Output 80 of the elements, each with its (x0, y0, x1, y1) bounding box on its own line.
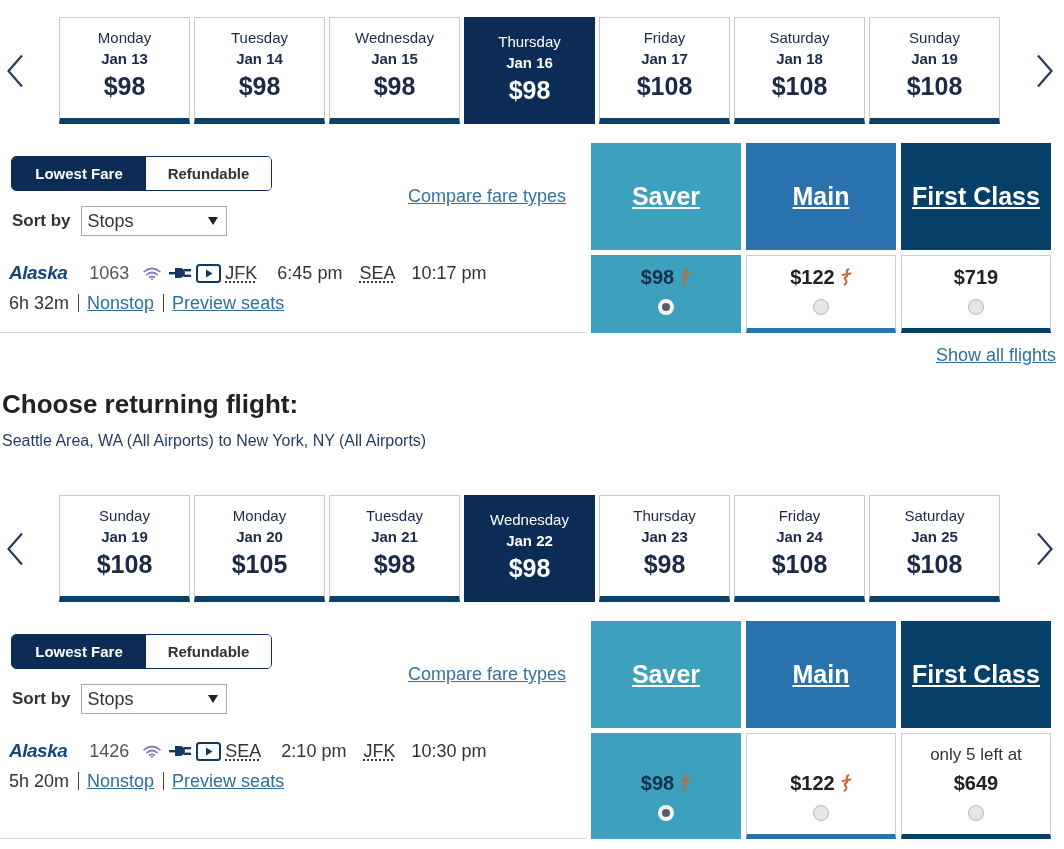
date-tab[interactable]: Tuesday Jan 21 $98 (329, 495, 460, 602)
wifi-icon (143, 744, 162, 758)
chevron-right-icon (1036, 531, 1054, 566)
flight-number: 1063 (89, 262, 130, 284)
departure-time: 6:45 pm (277, 262, 343, 284)
plug-icon (169, 744, 192, 758)
fare-option[interactable]: $122 (746, 255, 896, 333)
departure-time: 2:10 pm (281, 740, 347, 762)
date-tab[interactable]: Friday Jan 24 $108 (734, 495, 865, 602)
flight-duration: 6h 32m (9, 292, 70, 314)
preview-seats-link[interactable]: Preview seats (172, 770, 285, 792)
date-tab[interactable]: Thursday Jan 23 $98 (599, 495, 730, 602)
caret-icon (207, 695, 218, 703)
date-tab[interactable]: Monday Jan 13 $98 (59, 17, 190, 124)
radio-button[interactable] (968, 299, 984, 315)
airport-code: SEA (225, 740, 262, 762)
radio-button[interactable] (813, 299, 829, 315)
airline-logo: Alaska (9, 262, 68, 284)
previous-dates-button[interactable] (6, 531, 24, 566)
fare-note: only 5 left at (930, 744, 1022, 766)
compare-fare-types-link[interactable]: Compare fare types (407, 186, 566, 207)
route-text: Seattle Area, WA (All Airports) to New York, NY (All Airports) (2, 431, 428, 451)
sort-label: Sort by (12, 689, 71, 709)
compare-fare-types-link[interactable]: Compare fare types (407, 664, 566, 685)
fare-price: $122 (790, 771, 835, 795)
caret-icon (207, 217, 218, 225)
fare-filter-tab[interactable]: Lowest Fare (12, 635, 146, 668)
video-screen-icon (196, 741, 222, 761)
previous-dates-button[interactable] (6, 53, 24, 88)
airport-code: JFK (363, 740, 396, 762)
next-dates-button[interactable] (1036, 531, 1054, 566)
fare-price: $122 (790, 265, 835, 289)
section-heading: Choose returning flight: (2, 388, 300, 420)
fare-column-header[interactable]: First Class (901, 143, 1051, 250)
next-dates-button[interactable] (1036, 53, 1054, 88)
fare-column-header[interactable]: Main (746, 143, 896, 250)
date-tab[interactable]: Sunday Jan 19 $108 (59, 495, 190, 602)
sort-dropdown[interactable]: Stops (80, 206, 227, 236)
date-tab[interactable]: Saturday Jan 18 $108 (734, 17, 865, 124)
airport-code: SEA (359, 262, 396, 284)
chevron-right-icon (1036, 53, 1054, 88)
flight-duration: 5h 20m (9, 770, 70, 792)
sort-dropdown[interactable]: Stops (80, 684, 227, 714)
date-tab[interactable]: Sunday Jan 19 $108 (869, 17, 1000, 124)
fare-filter-tab[interactable]: Lowest Fare (12, 157, 146, 190)
preview-seats-link[interactable]: Preview seats (172, 292, 285, 314)
chevron-left-icon (6, 531, 24, 566)
fare-option[interactable]: $122 (746, 733, 896, 839)
fare-option[interactable]: $98 (591, 733, 741, 839)
nonstop-link[interactable]: Nonstop (87, 292, 155, 314)
fare-price: $98 (640, 265, 675, 289)
nonstop-link[interactable]: Nonstop (87, 770, 155, 792)
arrival-time: 10:17 pm (411, 262, 487, 284)
plug-icon (169, 266, 192, 280)
sort-label: Sort by (12, 211, 71, 231)
flight-number: 1426 (89, 740, 130, 762)
date-tab[interactable]: Friday Jan 17 $108 (599, 17, 730, 124)
date-tab[interactable]: Wednesday Jan 22 $98 (464, 495, 595, 602)
airline-logo: Alaska (9, 740, 68, 762)
fare-option[interactable]: $719 (901, 255, 1051, 333)
date-tab[interactable]: Monday Jan 20 $105 (194, 495, 325, 602)
show-all-flights-link[interactable]: Show all flights (935, 343, 1056, 367)
radio-button[interactable] (813, 805, 829, 821)
fare-price: $649 (953, 771, 999, 795)
radio-button[interactable] (968, 805, 984, 821)
airport-code: JFK (225, 262, 258, 284)
date-tab[interactable]: Thursday Jan 16 $98 (464, 17, 595, 124)
date-tab[interactable]: Tuesday Jan 14 $98 (194, 17, 325, 124)
arrival-time: 10:30 pm (411, 740, 487, 762)
fare-price: $719 (953, 265, 999, 289)
fare-price: $98 (640, 771, 675, 795)
date-tab[interactable]: Saturday Jan 25 $108 (869, 495, 1000, 602)
video-screen-icon (196, 263, 222, 283)
date-tab[interactable]: Wednesday Jan 15 $98 (329, 17, 460, 124)
fare-option[interactable]: only 5 left at $649 (901, 733, 1051, 839)
fare-column-header[interactable]: Main (746, 621, 896, 728)
fare-column-header[interactable]: First Class (901, 621, 1051, 728)
wifi-icon (143, 266, 162, 280)
chevron-left-icon (6, 53, 24, 88)
fare-option[interactable]: $98 (591, 255, 741, 333)
